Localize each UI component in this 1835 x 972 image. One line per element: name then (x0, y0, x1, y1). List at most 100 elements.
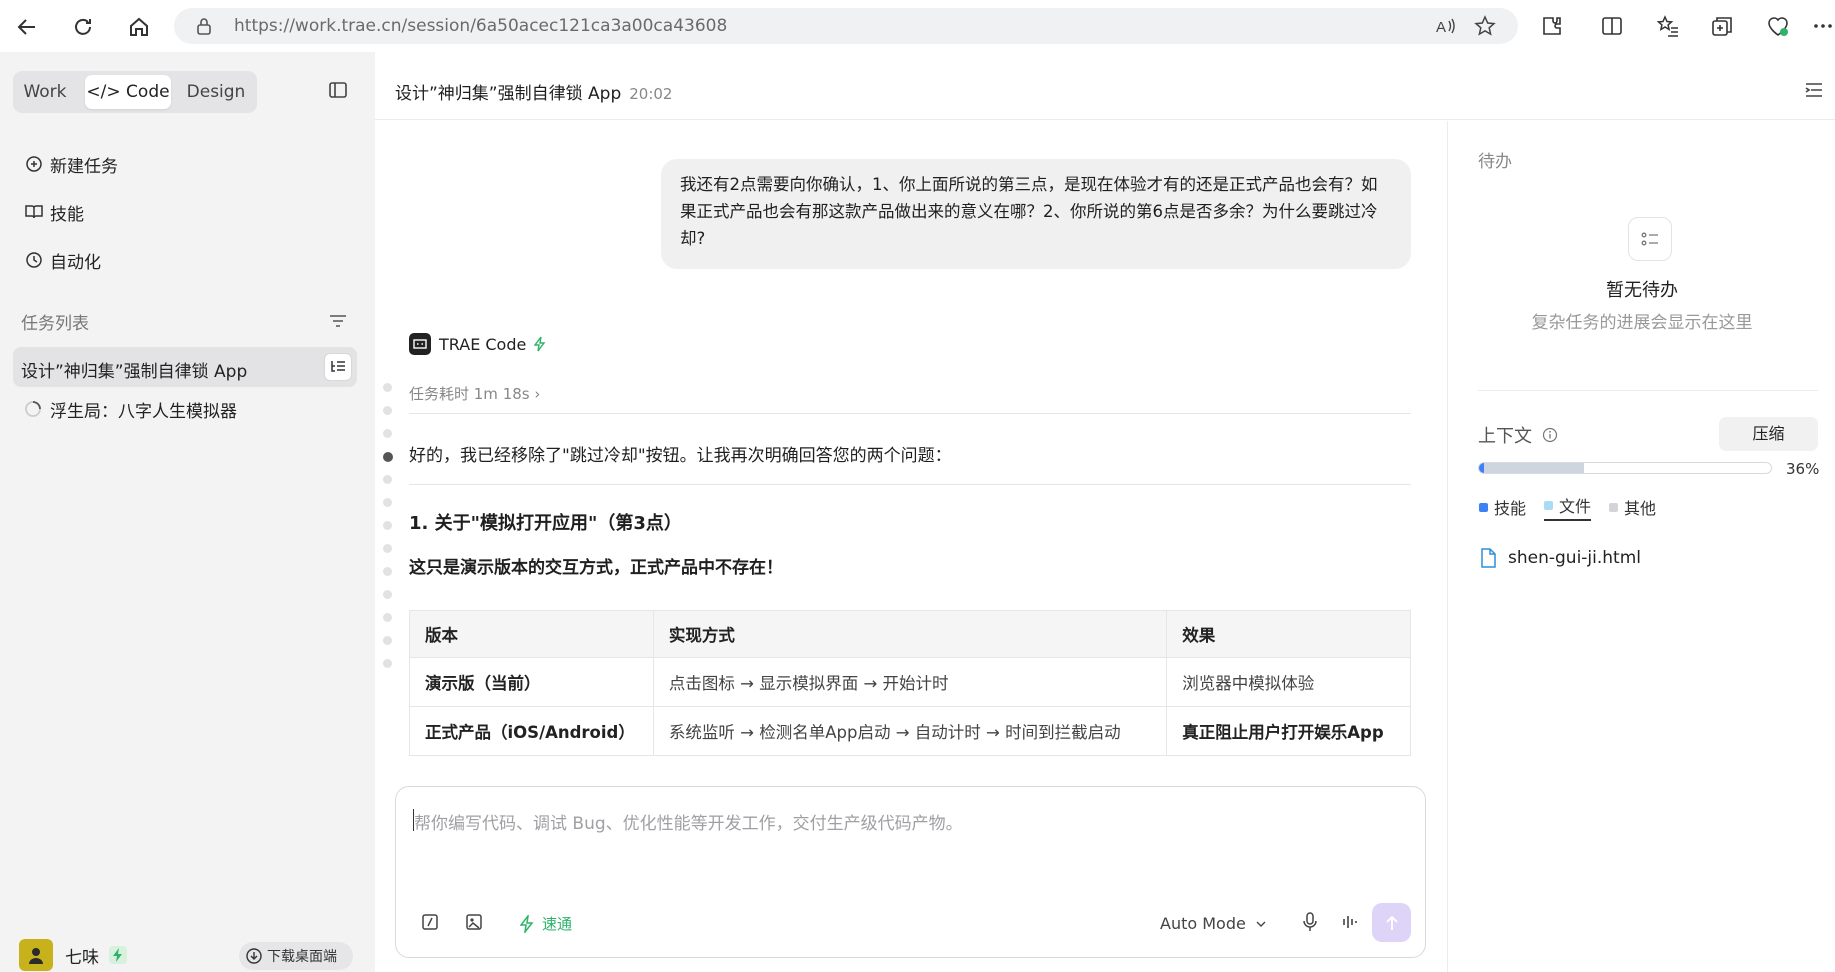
panel-toggle-icon[interactable] (1804, 80, 1824, 100)
loading-spinner-icon (24, 400, 42, 418)
context-title: 上下文 (1478, 422, 1558, 448)
task-label: 设计”神归集”强制自律锁 App (21, 362, 248, 382)
table-header-row: 版本 实现方式 效果 (409, 610, 1411, 658)
clock-icon (24, 250, 44, 270)
timeline-dot[interactable] (383, 429, 392, 438)
skills-icon (24, 202, 44, 222)
context-file[interactable]: shen-gui-ji.html (1480, 548, 1641, 568)
mode-switch: Work </> Code Design (13, 71, 257, 113)
timeline-dot[interactable] (383, 636, 392, 645)
task-item-active[interactable]: 设计”神归集”强制自律锁 App (13, 347, 357, 387)
slash-command-icon[interactable] (420, 912, 442, 934)
download-desktop-button[interactable]: 下载桌面端 (239, 942, 353, 970)
task-item[interactable]: 浮生局：八字人生模拟器 (24, 395, 237, 423)
task-tree-icon[interactable] (324, 353, 352, 381)
lock-icon (196, 17, 212, 35)
timeline-dot[interactable] (383, 521, 392, 530)
todo-list-icon (1628, 217, 1672, 261)
context-label: 上下文 (1478, 426, 1532, 447)
legend-other[interactable]: 其他 (1609, 493, 1656, 521)
legend-swatch (1544, 500, 1554, 510)
sidebar-toggle-icon[interactable] (328, 80, 350, 102)
divider (409, 484, 1411, 485)
legend-skills[interactable]: 技能 (1479, 493, 1526, 521)
user-message: 我还有2点需要向你确认，1、你上面所说的第三点，是现在体验才有的还是正式产品也会… (661, 159, 1411, 269)
comparison-table: 版本 实现方式 效果 演示版（当前） 点击图标 → 显示模拟界面 → 开始计时 … (409, 610, 1411, 756)
sidebar-item-new-task[interactable]: 新建任务 (24, 150, 118, 178)
download-label: 下载桌面端 (267, 949, 337, 965)
session-title: 设计”神归集”强制自律锁 App (395, 84, 622, 104)
chevron-down-icon (1256, 921, 1266, 927)
mode-work-tab[interactable]: Work (17, 75, 73, 109)
message-composer[interactable]: 帮你编写代码、调试 Bug、优化性能等开发工作，交付生产级代码产物。 速通 Au… (395, 786, 1426, 958)
svg-text:A: A (1436, 19, 1446, 36)
timeline-dot-current[interactable] (383, 452, 393, 462)
agent-name: TRAE Code (439, 334, 527, 354)
collections-icon[interactable] (1710, 14, 1736, 40)
table-cell: 真正阻止用户打开娱乐App (1166, 706, 1411, 756)
favorites-list-icon[interactable] (1656, 14, 1682, 40)
favorite-star-icon[interactable] (1474, 15, 1498, 39)
mode-design-tab[interactable]: Design (179, 75, 253, 109)
empty-todo-subtitle: 复杂任务的进展会显示在这里 (1531, 313, 1753, 333)
todo-title: 待办 (1478, 152, 1512, 172)
timeline-dot[interactable] (383, 498, 392, 507)
arrow-up-icon (1385, 915, 1398, 930)
sidebar-item-automation[interactable]: 自动化 (24, 246, 101, 274)
timeline-dot[interactable] (383, 406, 392, 415)
info-icon[interactable] (1542, 427, 1558, 443)
sidebar-item-label: 新建任务 (50, 156, 118, 177)
send-button[interactable] (1372, 903, 1411, 942)
table-row: 正式产品（iOS/Android） 系统监听 → 检测名单App启动 → 自动计… (409, 706, 1411, 756)
user-name: 七味 (65, 947, 99, 968)
task-list-title: 任务列表 (21, 314, 89, 334)
microphone-icon[interactable] (1300, 911, 1322, 933)
table-cell: 系统监听 → 检测名单App启动 → 自动计时 → 时间到拦截启动 (652, 706, 1168, 756)
table-header: 版本 (409, 610, 654, 658)
timeline-dot[interactable] (383, 544, 392, 553)
home-icon[interactable] (124, 12, 154, 42)
timeline-dot[interactable] (383, 475, 392, 484)
timeline-dot[interactable] (383, 613, 392, 622)
context-usage-bar (1478, 462, 1772, 474)
fast-mode-toggle[interactable]: 速通 (520, 913, 572, 934)
table-cell: 正式产品（iOS/Android） (409, 706, 654, 756)
sidebar-item-label: 自动化 (50, 252, 101, 273)
page-title: 设计”神归集”强制自律锁 App 20:02 (395, 79, 672, 104)
address-bar[interactable]: https://work.trae.cn/session/6a50acec121… (174, 8, 1518, 44)
timeline-dot[interactable] (383, 659, 392, 668)
pro-bolt-icon (109, 946, 127, 964)
back-icon[interactable] (12, 12, 42, 42)
browser-essentials-icon[interactable] (1766, 14, 1792, 40)
table-cell: 点击图标 → 显示模拟界面 → 开始计时 (652, 657, 1168, 707)
timeline-dot[interactable] (383, 590, 392, 599)
legend-files[interactable]: 文件 (1544, 493, 1592, 521)
session-time: 20:02 (629, 85, 673, 103)
user-profile[interactable]: 七味 (19, 939, 127, 971)
context-usage-fill (1479, 463, 1585, 473)
read-aloud-icon[interactable]: A (1434, 15, 1458, 39)
url-text[interactable]: https://work.trae.cn/session/6a50acec121… (234, 16, 727, 36)
split-screen-icon[interactable] (1600, 14, 1626, 40)
agent-answer: 好的，我已经移除了"跳过冷却"按钮。让我再次明确回答您的两个问题： (409, 446, 952, 466)
answer-emphasis: 这只是演示版本的交互方式，正式产品中不存在！ (409, 558, 783, 578)
compress-button[interactable]: 压缩 (1719, 417, 1818, 451)
chat-area: 我还有2点需要向你确认，1、你上面所说的第三点，是现在体验才有的还是正式产品也会… (375, 121, 1447, 771)
table-cell: 浏览器中模拟体验 (1166, 657, 1411, 707)
more-menu-icon[interactable] (1812, 14, 1835, 40)
elapsed-toggle[interactable]: 任务耗时 1m 18s › (409, 383, 540, 404)
sidebar-item-skills[interactable]: 技能 (24, 198, 84, 226)
timeline-dot[interactable] (383, 383, 392, 392)
refresh-icon[interactable] (68, 12, 98, 42)
timeline-dot[interactable] (383, 567, 392, 576)
image-upload-icon[interactable] (464, 912, 486, 934)
new-task-icon (24, 154, 44, 174)
mode-select[interactable]: Auto Mode (1160, 914, 1266, 933)
empty-todo-title: 暂无待办 (1606, 280, 1678, 301)
mode-code-tab[interactable]: </> Code (85, 75, 171, 109)
extensions-icon[interactable] (1540, 14, 1566, 40)
voice-wave-icon[interactable] (1340, 911, 1362, 933)
task-label: 浮生局：八字人生模拟器 (50, 401, 237, 422)
composer-placeholder[interactable]: 帮你编写代码、调试 Bug、优化性能等开发工作，交付生产级代码产物。 (414, 809, 963, 834)
filter-icon[interactable] (328, 311, 350, 333)
